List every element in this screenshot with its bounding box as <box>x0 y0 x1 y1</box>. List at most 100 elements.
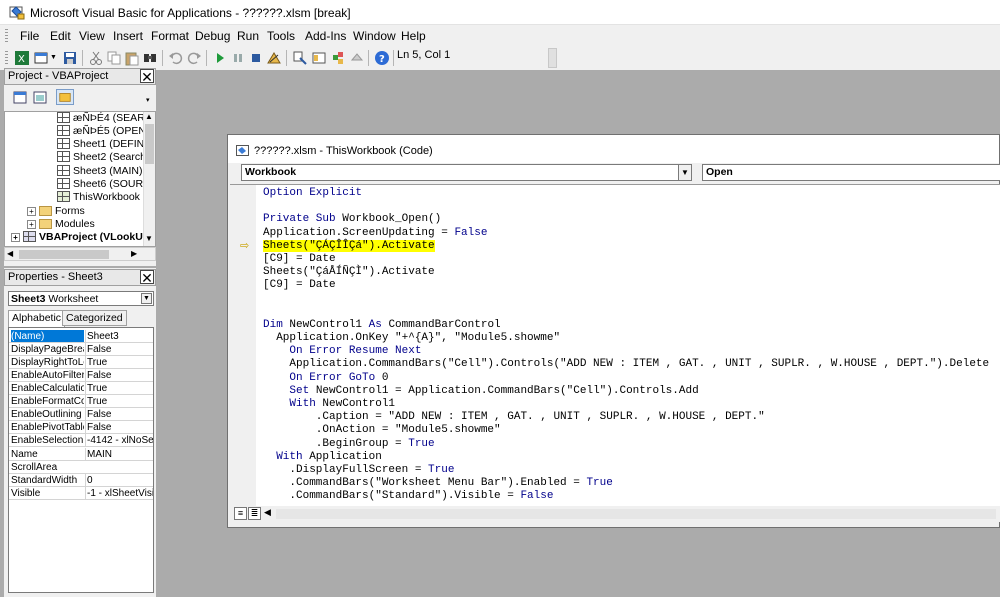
toolbar-overflow-button[interactable] <box>548 48 557 68</box>
code-line[interactable]: Sheets("ÇáÅÍÑÇÌ").Activate <box>263 266 989 279</box>
menu-run[interactable]: Run <box>237 29 259 43</box>
property-value[interactable]: True <box>85 356 153 368</box>
property-value[interactable]: False <box>85 369 153 381</box>
scroll-down-icon[interactable]: ▼ <box>145 234 153 243</box>
scroll-right-icon[interactable]: ▶ <box>131 249 137 258</box>
tree-item-sheet[interactable]: Sheet6 (SOURCE <box>57 178 155 191</box>
expand-icon[interactable]: + <box>27 220 36 229</box>
expand-icon[interactable]: + <box>27 207 36 216</box>
code-line[interactable]: Private Sub Workbook_Open() <box>263 213 989 226</box>
code-line[interactable]: Set NewControl1 = Application.CommandBar… <box>263 385 989 398</box>
property-value[interactable]: Sheet3 <box>85 330 153 342</box>
close-properties-pane-button[interactable]: ✕ <box>140 270 154 285</box>
property-value[interactable]: False <box>85 421 153 433</box>
menu-addins[interactable]: Add-Ins <box>305 29 346 43</box>
property-row[interactable]: EnablePivotTable False <box>9 421 153 434</box>
code-line[interactable]: Sheets("ÇÁÇÎÎÇá").Activate <box>263 239 989 253</box>
design-mode-icon[interactable] <box>266 50 282 66</box>
menu-edit[interactable]: Edit <box>50 29 71 43</box>
tree-item-forms[interactable]: + Forms <box>27 205 85 218</box>
redo-icon[interactable] <box>186 50 202 66</box>
pane-overflow-icon[interactable]: ▾ <box>146 96 150 104</box>
code-margin[interactable] <box>230 185 256 506</box>
code-line[interactable]: Dim NewControl1 As CommandBarControl <box>263 319 989 332</box>
toolbox-icon[interactable] <box>349 50 365 66</box>
code-line[interactable]: .BeginGroup = True <box>263 438 989 451</box>
excel-icon[interactable]: X <box>14 50 30 66</box>
reset-icon[interactable] <box>248 50 264 66</box>
procedure-view-icon[interactable]: ≡ <box>234 507 247 520</box>
view-object-icon[interactable] <box>33 91 47 104</box>
menu-debug[interactable]: Debug <box>195 29 230 43</box>
view-code-icon[interactable] <box>13 91 27 104</box>
code-line[interactable]: Application.OnKey "+^{A}", "Module5.show… <box>263 332 989 345</box>
code-line[interactable]: [C9] = Date <box>263 279 989 292</box>
project-tree-hscroll[interactable]: ◀ ▶ <box>4 247 156 261</box>
toggle-folders-icon[interactable] <box>56 89 74 105</box>
tree-item-sheet[interactable]: æÑÞÉ5 (OPENIN <box>57 125 155 138</box>
undo-icon[interactable] <box>168 50 184 66</box>
property-row[interactable]: ScrollArea <box>9 461 153 474</box>
help-icon[interactable]: ? <box>374 50 390 66</box>
menu-tools[interactable]: Tools <box>267 29 295 43</box>
break-icon[interactable] <box>230 50 246 66</box>
property-value[interactable]: False <box>85 343 153 355</box>
code-line[interactable] <box>263 293 989 306</box>
code-text[interactable]: Option Explicit Private Sub Workbook_Ope… <box>263 187 989 504</box>
code-line[interactable]: .CommandBars("Worksheet Menu Bar").Enabl… <box>263 477 989 490</box>
paste-icon[interactable] <box>124 50 140 66</box>
code-line[interactable] <box>263 200 989 213</box>
code-line[interactable]: .OnAction = "Module5.showme" <box>263 424 989 437</box>
insert-module-icon[interactable] <box>34 50 50 66</box>
property-row[interactable]: DisplayPageBreakFalse <box>9 343 153 356</box>
tree-item-sheet[interactable]: Sheet2 (Search ( <box>57 151 152 164</box>
property-row[interactable]: Visible -1 - xlSheetVisib <box>9 487 153 500</box>
menu-help[interactable]: Help <box>401 29 426 43</box>
toolbar-grip[interactable] <box>5 51 8 65</box>
menu-format[interactable]: Format <box>151 29 189 43</box>
property-value[interactable]: True <box>85 395 153 407</box>
run-icon[interactable] <box>212 50 228 66</box>
code-line[interactable]: On Error Resume Next <box>263 345 989 358</box>
properties-icon[interactable] <box>311 50 327 66</box>
property-row[interactable]: EnableAutoFilter False <box>9 369 153 382</box>
project-tree-vscroll[interactable]: ▲ ▼ <box>143 112 155 246</box>
property-row[interactable]: StandardWidth 0 <box>9 474 153 487</box>
property-value[interactable]: -4142 - xlNoSele <box>85 434 153 446</box>
close-project-pane-button[interactable]: ✕ <box>140 69 154 84</box>
code-line[interactable]: Application.CommandBars("Cell").Controls… <box>263 358 989 371</box>
tree-item-modules[interactable]: + Modules <box>27 218 95 231</box>
menu-file[interactable]: File <box>20 29 39 43</box>
code-line[interactable]: .CommandBars("Standard").Visible = False <box>263 490 989 503</box>
find-icon[interactable] <box>142 50 158 66</box>
scroll-up-icon[interactable]: ▲ <box>145 112 153 121</box>
chevron-down-icon[interactable]: ▼ <box>141 293 152 304</box>
property-value[interactable]: True <box>85 382 153 394</box>
procedure-combo[interactable]: Open <box>702 164 1000 181</box>
property-value[interactable]: 0 <box>85 474 153 486</box>
dropdown-arrow-icon[interactable]: ▼ <box>50 54 57 61</box>
code-window-titlebar[interactable]: ??????.xlsm - ThisWorkbook (Code) <box>228 135 999 163</box>
object-browser-icon[interactable] <box>330 50 346 66</box>
object-dropdown[interactable]: Sheet3 Worksheet ▼ <box>8 291 154 306</box>
tab-categorized[interactable]: Categorized <box>62 310 127 326</box>
menu-insert[interactable]: Insert <box>113 29 143 43</box>
property-row[interactable]: EnableOutlining False <box>9 408 153 421</box>
property-value[interactable]: -1 - xlSheetVisib <box>85 487 153 499</box>
property-row[interactable]: Name MAIN <box>9 448 153 461</box>
project-explorer-icon[interactable] <box>292 50 308 66</box>
tree-item-sheet[interactable]: Sheet3 (MAIN) <box>57 165 142 178</box>
menu-view[interactable]: View <box>79 29 105 43</box>
scroll-thumb[interactable] <box>19 250 109 259</box>
tree-item-project[interactable]: + VBAProject (VLookUp <box>11 231 149 244</box>
full-module-view-icon[interactable]: ≣ <box>248 507 261 520</box>
property-row[interactable]: EnableSelection-4142 - xlNoSele <box>9 434 153 447</box>
tree-item-sheet[interactable]: Sheet1 (DEFINIT <box>57 138 154 151</box>
code-line[interactable]: Option Explicit <box>263 187 989 200</box>
tree-item-sheet[interactable]: æÑÞÉ4 (SEARCH <box>57 112 155 125</box>
property-value[interactable]: MAIN <box>85 448 153 460</box>
tab-alphabetic[interactable]: Alphabetic <box>8 310 66 327</box>
property-row[interactable]: EnableFormatConTrue <box>9 395 153 408</box>
copy-icon[interactable] <box>106 50 122 66</box>
code-line[interactable]: On Error GoTo 0 <box>263 372 989 385</box>
